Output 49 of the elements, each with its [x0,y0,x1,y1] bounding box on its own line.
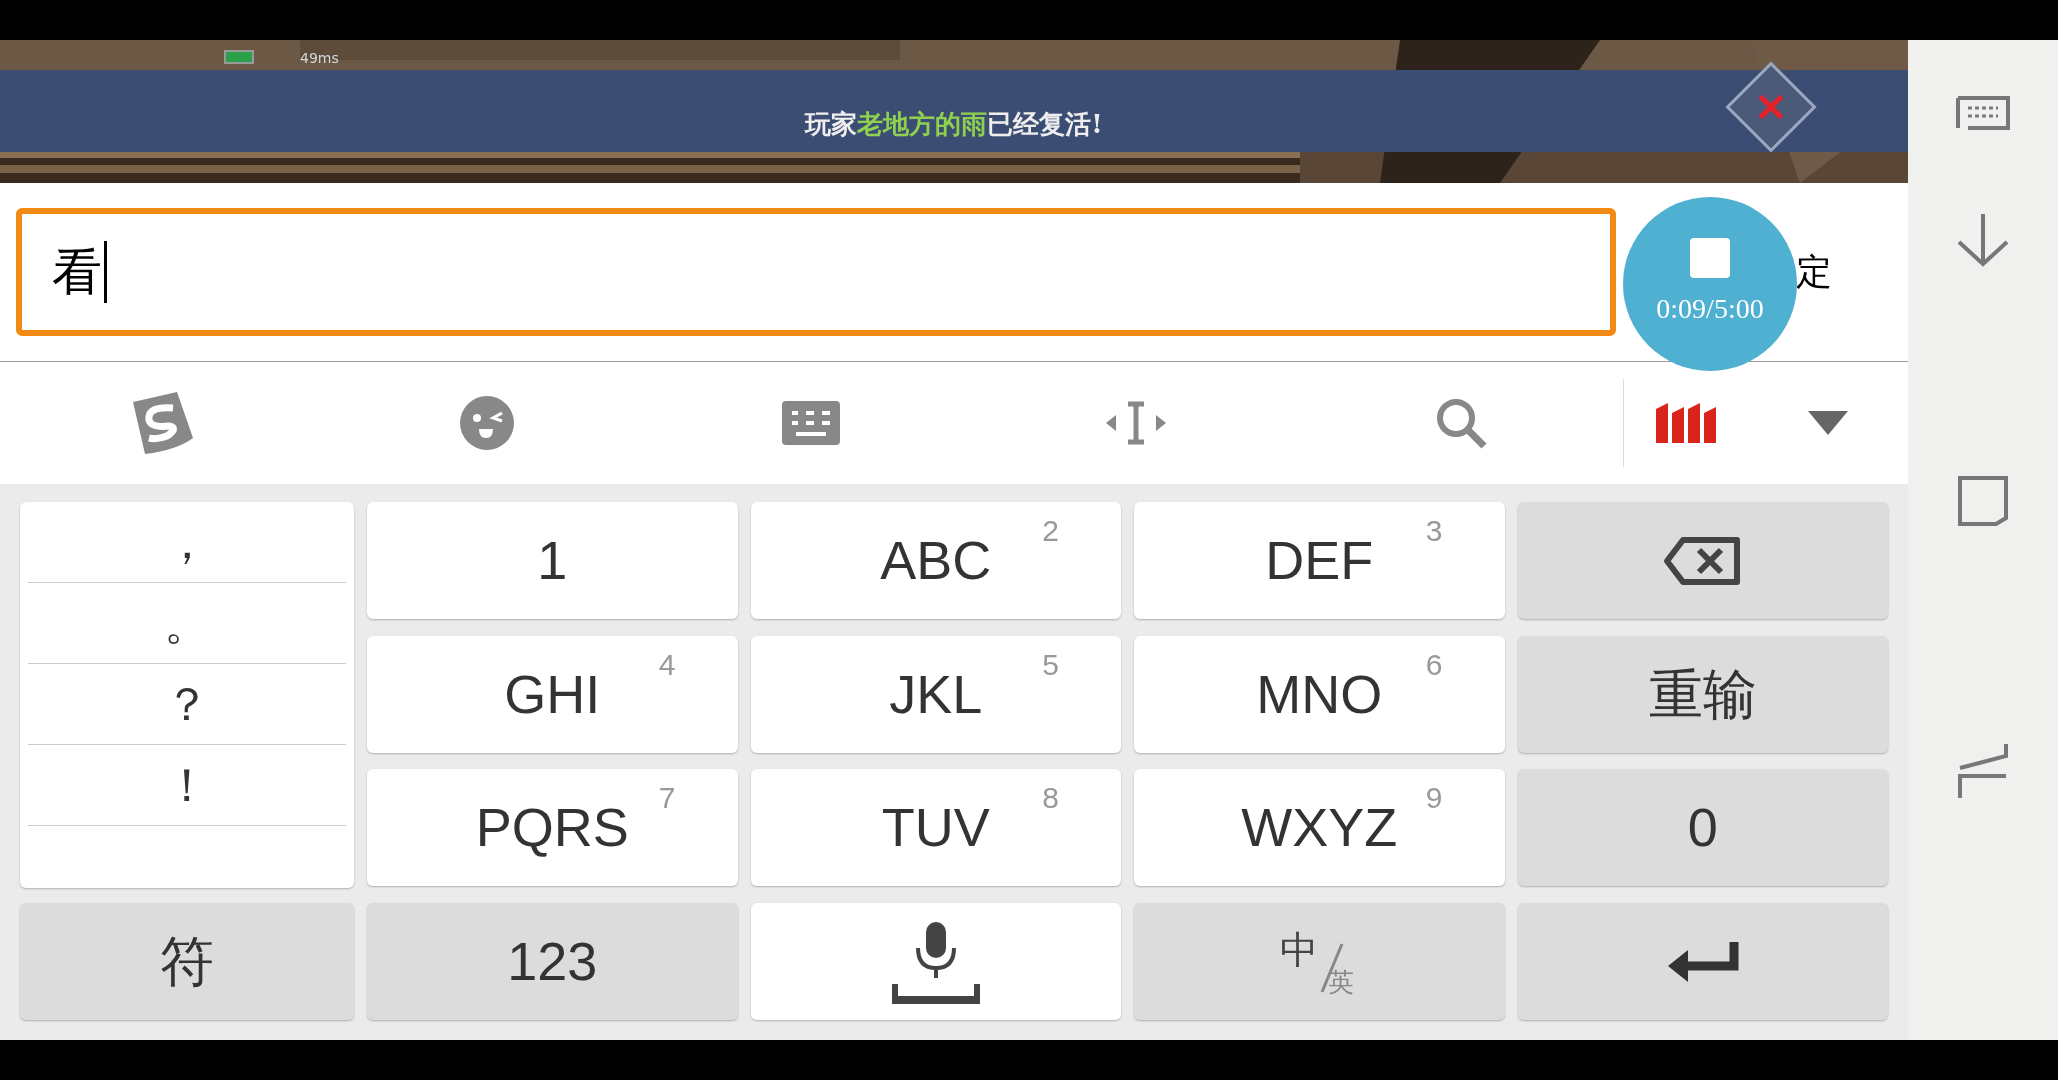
enter-key[interactable] [1517,903,1888,1020]
backspace-key[interactable] [1517,502,1888,619]
key[interactable]: 重输 [1517,635,1888,753]
key-number: 8 [1042,780,1059,817]
cursor-move-icon [1106,400,1167,446]
language-key[interactable]: 中 英 [1134,903,1505,1020]
stop-icon [1690,238,1730,278]
key[interactable]: GHI 4 [367,635,738,753]
microphone-space-icon [891,919,980,1004]
voice-space-key[interactable] [750,903,1121,1020]
search-icon [1434,397,1487,449]
emoji-icon [459,396,514,450]
keyboard-icon [782,401,841,445]
key[interactable]: PQRS 7 [367,769,738,887]
dropdown-icon [1807,411,1848,435]
square-icon[interactable] [1956,474,2010,528]
key-number: 3 [1425,513,1443,549]
bars-logo-icon [1653,403,1718,443]
key-number: 7 [658,780,676,817]
key[interactable]: TUV 8 [750,769,1121,887]
notice-text: 玩家老地方的雨已经复活! [805,108,1103,141]
key[interactable]: ABC 2 [750,502,1121,619]
key[interactable]: 0 [1517,769,1888,887]
key-label: 中 [1280,926,1319,974]
key[interactable]: 123 [367,903,738,1020]
key-number: 6 [1425,646,1443,683]
key[interactable]: WXYZ 9 [1134,769,1505,887]
key-number: 9 [1425,780,1443,817]
punctuation-item[interactable]: ？ [28,664,346,745]
ping-text: 49ms [300,49,339,68]
key[interactable]: 符 [20,903,354,1020]
key[interactable]: DEF 3 [1134,502,1505,619]
key[interactable]: 1 [367,502,738,619]
punctuation-item[interactable]: ！ [28,745,346,826]
key[interactable]: MNO 6 [1134,635,1505,753]
backspace-icon [1662,535,1743,586]
recording-time: 0:09/5:00 [1656,292,1764,326]
key-number: 2 [1042,513,1059,549]
key-number: 5 [1042,646,1059,683]
punctuation-item[interactable]: 。 [28,583,346,664]
confirm-button[interactable]: 定 [1796,245,1832,299]
down-arrow-icon[interactable] [1955,212,2011,268]
key[interactable]: JKL 5 [750,635,1121,753]
battery-icon [224,50,254,64]
punctuation-item[interactable]: ， [28,502,346,583]
key-number: 4 [658,646,676,683]
close-icon [1756,92,1786,122]
key-label: 英 [1328,965,1355,999]
text-input-field[interactable]: 看 [16,208,1616,336]
